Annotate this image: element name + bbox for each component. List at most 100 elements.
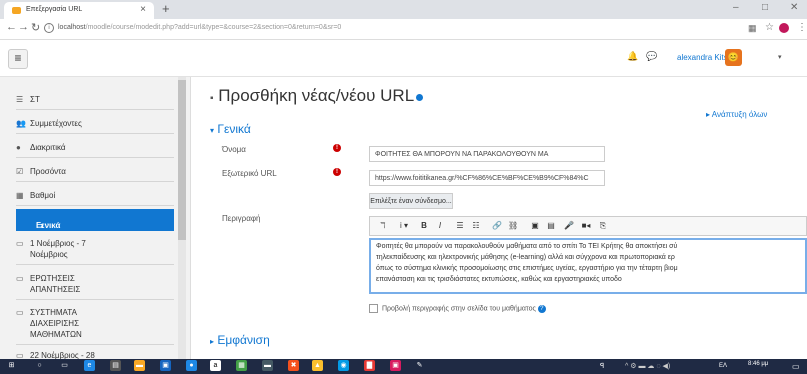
app-icon[interactable]: ▬ xyxy=(262,360,273,371)
editor-toolbar: ℸ i ▾ B I ☰ ☷ 🔗 ⛓ ▣ ▤ 🎤 ■◂ ⎘ xyxy=(369,216,807,236)
expand-all-link[interactable]: ▸ Ανάπτυξη όλων xyxy=(706,110,767,119)
sidebar-item-general[interactable]: ▭ Γενικά xyxy=(16,209,174,231)
sidebar-item-label: ΣΤ xyxy=(30,95,40,104)
input-language[interactable]: ΕΛ xyxy=(719,363,727,369)
edge-icon[interactable]: e xyxy=(84,360,95,371)
description-label: Περιγραφή xyxy=(222,214,261,223)
sidebar-item-badges[interactable]: ● Διακριτικά xyxy=(16,143,186,152)
paragraph-style-button[interactable]: i ▾ xyxy=(396,220,412,232)
folder-icon: ▭ xyxy=(16,308,24,317)
divider xyxy=(16,264,174,265)
toolbar-toggle-button[interactable]: ℸ xyxy=(378,220,388,232)
file-explorer-icon[interactable]: ▬ xyxy=(134,360,145,371)
browser-tab[interactable]: Επεξεργασία URL × xyxy=(4,2,154,19)
back-icon[interactable]: ← xyxy=(6,21,17,33)
search-icon[interactable]: ○ xyxy=(34,360,45,371)
sidebar-item-participants[interactable]: 👥 Συμμετέχοντες xyxy=(16,119,186,128)
sidebar-item-week1[interactable]: ▭ 1 Νοέμβριος - 7 xyxy=(16,239,186,248)
minimize-button[interactable]: – xyxy=(733,2,739,13)
record-video-button[interactable]: ■◂ xyxy=(580,220,592,232)
divider xyxy=(16,344,174,345)
editor-line: Φοιτητές θα μπορούν να παρακολουθούν μαθ… xyxy=(376,243,678,250)
folder-icon: ▭ xyxy=(16,239,24,248)
bullet-list-button[interactable]: ☰ xyxy=(455,220,465,232)
app-icon[interactable]: ▣ xyxy=(160,360,171,371)
link-button[interactable]: 🔗 xyxy=(492,220,502,232)
required-icon: ! xyxy=(333,168,341,176)
manage-files-button[interactable]: ⎘ xyxy=(598,220,608,232)
name-input[interactable]: ΦΟΙΤΗΤΕΣ ΘΑ ΜΠΟΡΟΥΝ ΝΑ ΠΑΡΑΚΟΛΟΥΘΟΥΝ ΜΑ xyxy=(369,146,605,162)
browser-menu-icon[interactable]: ⋮ xyxy=(797,22,807,33)
record-audio-button[interactable]: 🎤 xyxy=(564,220,574,232)
close-window-button[interactable]: ✕ xyxy=(790,2,798,13)
profile-icon[interactable] xyxy=(779,23,789,33)
windows-taskbar xyxy=(0,359,807,374)
sidebar-item-week1-line2[interactable]: Νοέμβριος xyxy=(16,250,186,259)
app-icon[interactable]: ▲ xyxy=(312,360,323,371)
sidebar-item-answers[interactable]: ΑΠΑΝΤΗΣΕΙΣ xyxy=(16,285,186,294)
media-button[interactable]: ▤ xyxy=(546,220,556,232)
forward-icon[interactable]: → xyxy=(18,21,29,33)
app-icon[interactable]: ● xyxy=(186,360,197,371)
divider xyxy=(16,181,174,182)
bold-button[interactable]: B xyxy=(419,220,429,232)
windows-start-icon[interactable]: ⊞ xyxy=(6,360,17,371)
section-appearance-header[interactable]: ▸ Εμφάνιση xyxy=(210,333,270,347)
sidebar-item-week4[interactable]: ▭ 22 Νοέμβριος - 28 xyxy=(16,351,186,359)
app-icon[interactable]: ✖ xyxy=(288,360,299,371)
help-icon[interactable]: ? xyxy=(537,305,546,314)
moodle-favicon-icon xyxy=(12,7,21,14)
sidebar-item-course[interactable]: ☰ ΣΤ xyxy=(16,95,186,104)
site-info-icon[interactable]: i xyxy=(44,23,54,33)
notifications-bell-icon[interactable]: 🔔 xyxy=(627,51,638,62)
bookmark-star-icon[interactable]: ☆ xyxy=(765,22,774,33)
url-path: /moodle/course/modedit.php?add=url&type=… xyxy=(85,24,342,31)
sidebar-item-grades[interactable]: ▦ Βαθμοί xyxy=(16,191,186,200)
system-tray-icons[interactable]: ^ ⚙ ▬ ☁ ◌ ◀) xyxy=(625,362,670,370)
help-icon[interactable] xyxy=(416,94,424,101)
sidebar-scrollbar-thumb[interactable] xyxy=(178,80,186,240)
url-activity-icon: ▪ xyxy=(210,93,214,104)
notifications-icon[interactable]: ▭ xyxy=(792,362,800,371)
taskbar-clock[interactable]: 8:46 μμ xyxy=(748,361,768,367)
drawer-toggle-button[interactable]: ≡ xyxy=(8,49,28,69)
app-icon[interactable]: ▇ xyxy=(364,360,375,371)
user-menu-caret-icon[interactable]: ▾ xyxy=(778,53,782,61)
sidebar-item-label: Νοέμβριος xyxy=(30,250,68,259)
choose-link-button[interactable]: Επιλέξτε έναν σύνδεσμο... xyxy=(369,193,453,209)
show-description-checkbox[interactable] xyxy=(369,304,378,313)
messages-icon[interactable]: 💬 xyxy=(646,51,657,62)
reload-icon[interactable]: ↻ xyxy=(31,21,40,34)
app-icon[interactable]: ▦ xyxy=(236,360,247,371)
unlink-button[interactable]: ⛓ xyxy=(508,220,518,232)
app-icon[interactable]: ✎ xyxy=(414,360,425,371)
app-icon[interactable]: ▣ xyxy=(390,360,401,371)
sidebar-item-label: Βαθμοί xyxy=(30,191,56,200)
sidebar-item-general-label: Γενικά xyxy=(36,221,61,230)
people-icon[interactable]: ꟼ xyxy=(600,362,604,370)
required-icon: ! xyxy=(333,144,341,152)
app-icon[interactable]: a xyxy=(210,360,221,371)
task-view-icon[interactable]: ▭ xyxy=(59,360,70,371)
url-field[interactable]: localhost/moodle/course/modedit.php?add=… xyxy=(58,24,341,31)
italic-button[interactable]: I xyxy=(435,220,445,232)
image-button[interactable]: ▣ xyxy=(530,220,540,232)
numbered-list-button[interactable]: ☷ xyxy=(471,220,481,232)
tab-close-icon[interactable]: × xyxy=(140,4,146,15)
store-icon[interactable]: ▤ xyxy=(110,360,121,371)
user-avatar[interactable]: 😊 xyxy=(725,49,742,66)
sidebar-item-systems-line2[interactable]: ΔΙΑΧΕΙΡΙΣΗΣ xyxy=(16,319,186,328)
section-general-label: Γενικά xyxy=(217,122,251,136)
sidebar-item-competencies[interactable]: ☑ Προσόντα xyxy=(16,167,186,176)
maximize-button[interactable]: □ xyxy=(762,2,768,13)
divider xyxy=(16,133,174,134)
chrome-icon[interactable]: ◉ xyxy=(338,360,349,371)
new-tab-button[interactable]: + xyxy=(162,1,170,16)
translate-icon[interactable]: ▦ xyxy=(748,23,757,34)
sidebar-item-systems-line3[interactable]: ΜΑΘΗΜΑΤΩΝ xyxy=(16,330,186,339)
external-url-input[interactable]: https://www.foititikanea.gr/%CF%86%CE%BF… xyxy=(369,170,605,186)
description-editor[interactable]: Φοιτητές θα μπορούν να παρακολουθούν μαθ… xyxy=(369,238,807,294)
sidebar-item-questions[interactable]: ▭ ΕΡΩΤΗΣΕΙΣ xyxy=(16,274,186,283)
sidebar-item-systems[interactable]: ▭ ΣΥΣΤΗΜΑΤΑ xyxy=(16,308,186,317)
section-general-header[interactable]: ▾ Γενικά xyxy=(210,122,251,136)
